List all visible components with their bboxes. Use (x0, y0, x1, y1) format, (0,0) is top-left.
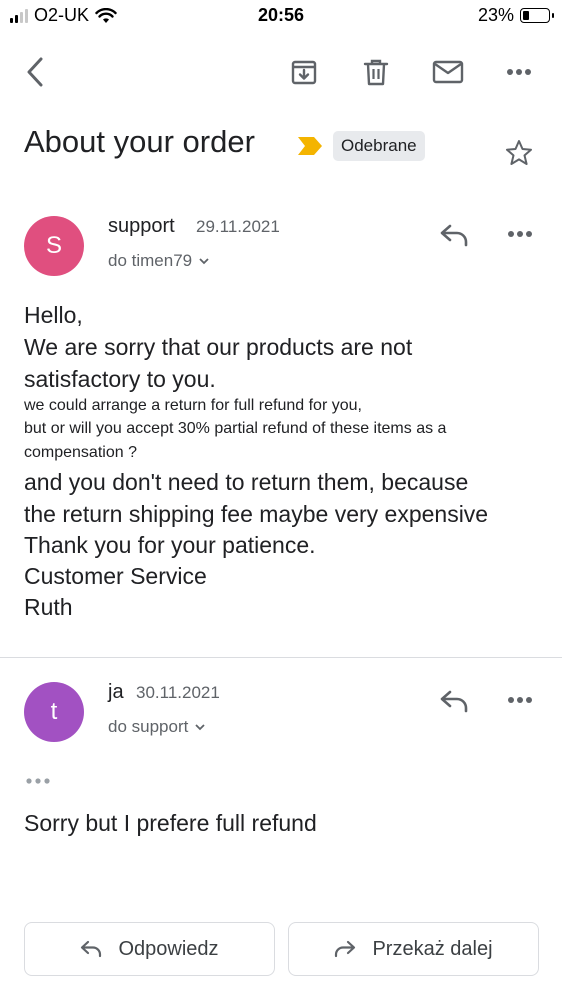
recipient-label: do timen79 (108, 251, 193, 270)
message-more-button[interactable] (504, 690, 536, 710)
archive-button[interactable] (286, 56, 322, 88)
chevron-down-icon (199, 258, 209, 265)
mark-unread-button[interactable] (428, 56, 468, 88)
forward-action-button[interactable]: Przekaż dalej (288, 922, 539, 976)
sender-name: support (108, 215, 175, 237)
recipient-toggle[interactable]: do timen79 (108, 251, 210, 271)
reply-icon (440, 690, 468, 713)
avatar[interactable]: t (24, 682, 84, 742)
reply-button[interactable] (436, 686, 472, 716)
status-bar: O2-UK 20:56 23% (0, 0, 562, 32)
message-body-line: Thank you for your patience. (24, 532, 316, 558)
status-right: 23% (477, 5, 554, 26)
trash-icon (363, 59, 389, 86)
back-button[interactable] (18, 54, 52, 90)
message-body-line: We are sorry that our products are not (24, 334, 413, 360)
subject-title: About your order (24, 124, 255, 159)
avatar-letter: t (50, 698, 58, 725)
message-body-line: compensation ? (24, 444, 137, 461)
avatar[interactable]: S (24, 216, 84, 276)
message-more-button[interactable] (504, 224, 536, 244)
message-body: Sorry but I prefere full refund (24, 810, 317, 836)
ellipsis-icon (26, 778, 50, 784)
reply-icon (440, 224, 468, 247)
more-options-button[interactable] (502, 60, 536, 84)
message-body-line: but or will you accept 30% partial refun… (24, 420, 447, 437)
battery-icon (520, 8, 554, 23)
more-horizontal-icon (508, 231, 532, 237)
chevron-down-icon (195, 724, 205, 731)
mail-icon (432, 60, 464, 84)
message-body-line: we could arrange a return for full refun… (24, 397, 362, 414)
more-horizontal-icon (508, 697, 532, 703)
message-body-line: Customer Service (24, 563, 207, 589)
reply-button[interactable] (436, 220, 472, 250)
message-body-line: satisfactory to you. (24, 366, 216, 392)
delete-button[interactable] (358, 56, 394, 88)
reply-action-button[interactable]: Odpowiedz (24, 922, 275, 976)
star-outline-icon (506, 140, 532, 165)
battery-percent: 23% (477, 5, 514, 25)
more-horizontal-icon (507, 69, 531, 75)
sender-name: ja (108, 681, 124, 703)
recipient-toggle[interactable]: do support (108, 717, 206, 737)
label-chip[interactable]: Odebrane (333, 131, 425, 161)
forward-action-label: Przekaż dalej (372, 937, 493, 960)
message-body-line: and you don't need to return them, becau… (24, 469, 469, 495)
avatar-letter: S (45, 232, 62, 259)
message-date: 30.11.2021 (136, 683, 220, 702)
chevron-left-icon (27, 57, 43, 87)
message-date: 29.11.2021 (196, 217, 280, 236)
important-marker-icon (298, 137, 322, 155)
star-button[interactable] (502, 136, 536, 170)
reply-action-label: Odpowiedz (118, 937, 219, 960)
archive-icon (291, 60, 317, 85)
message-body-line: Ruth (24, 594, 73, 620)
message-divider (0, 657, 562, 658)
reply-icon (81, 940, 102, 958)
message-body-line: Hello, (24, 302, 83, 328)
show-trimmed-content-button[interactable] (24, 774, 52, 788)
forward-icon (335, 940, 356, 958)
message-body-line: the return shipping fee maybe very expen… (24, 501, 489, 527)
recipient-label: do support (108, 717, 189, 736)
